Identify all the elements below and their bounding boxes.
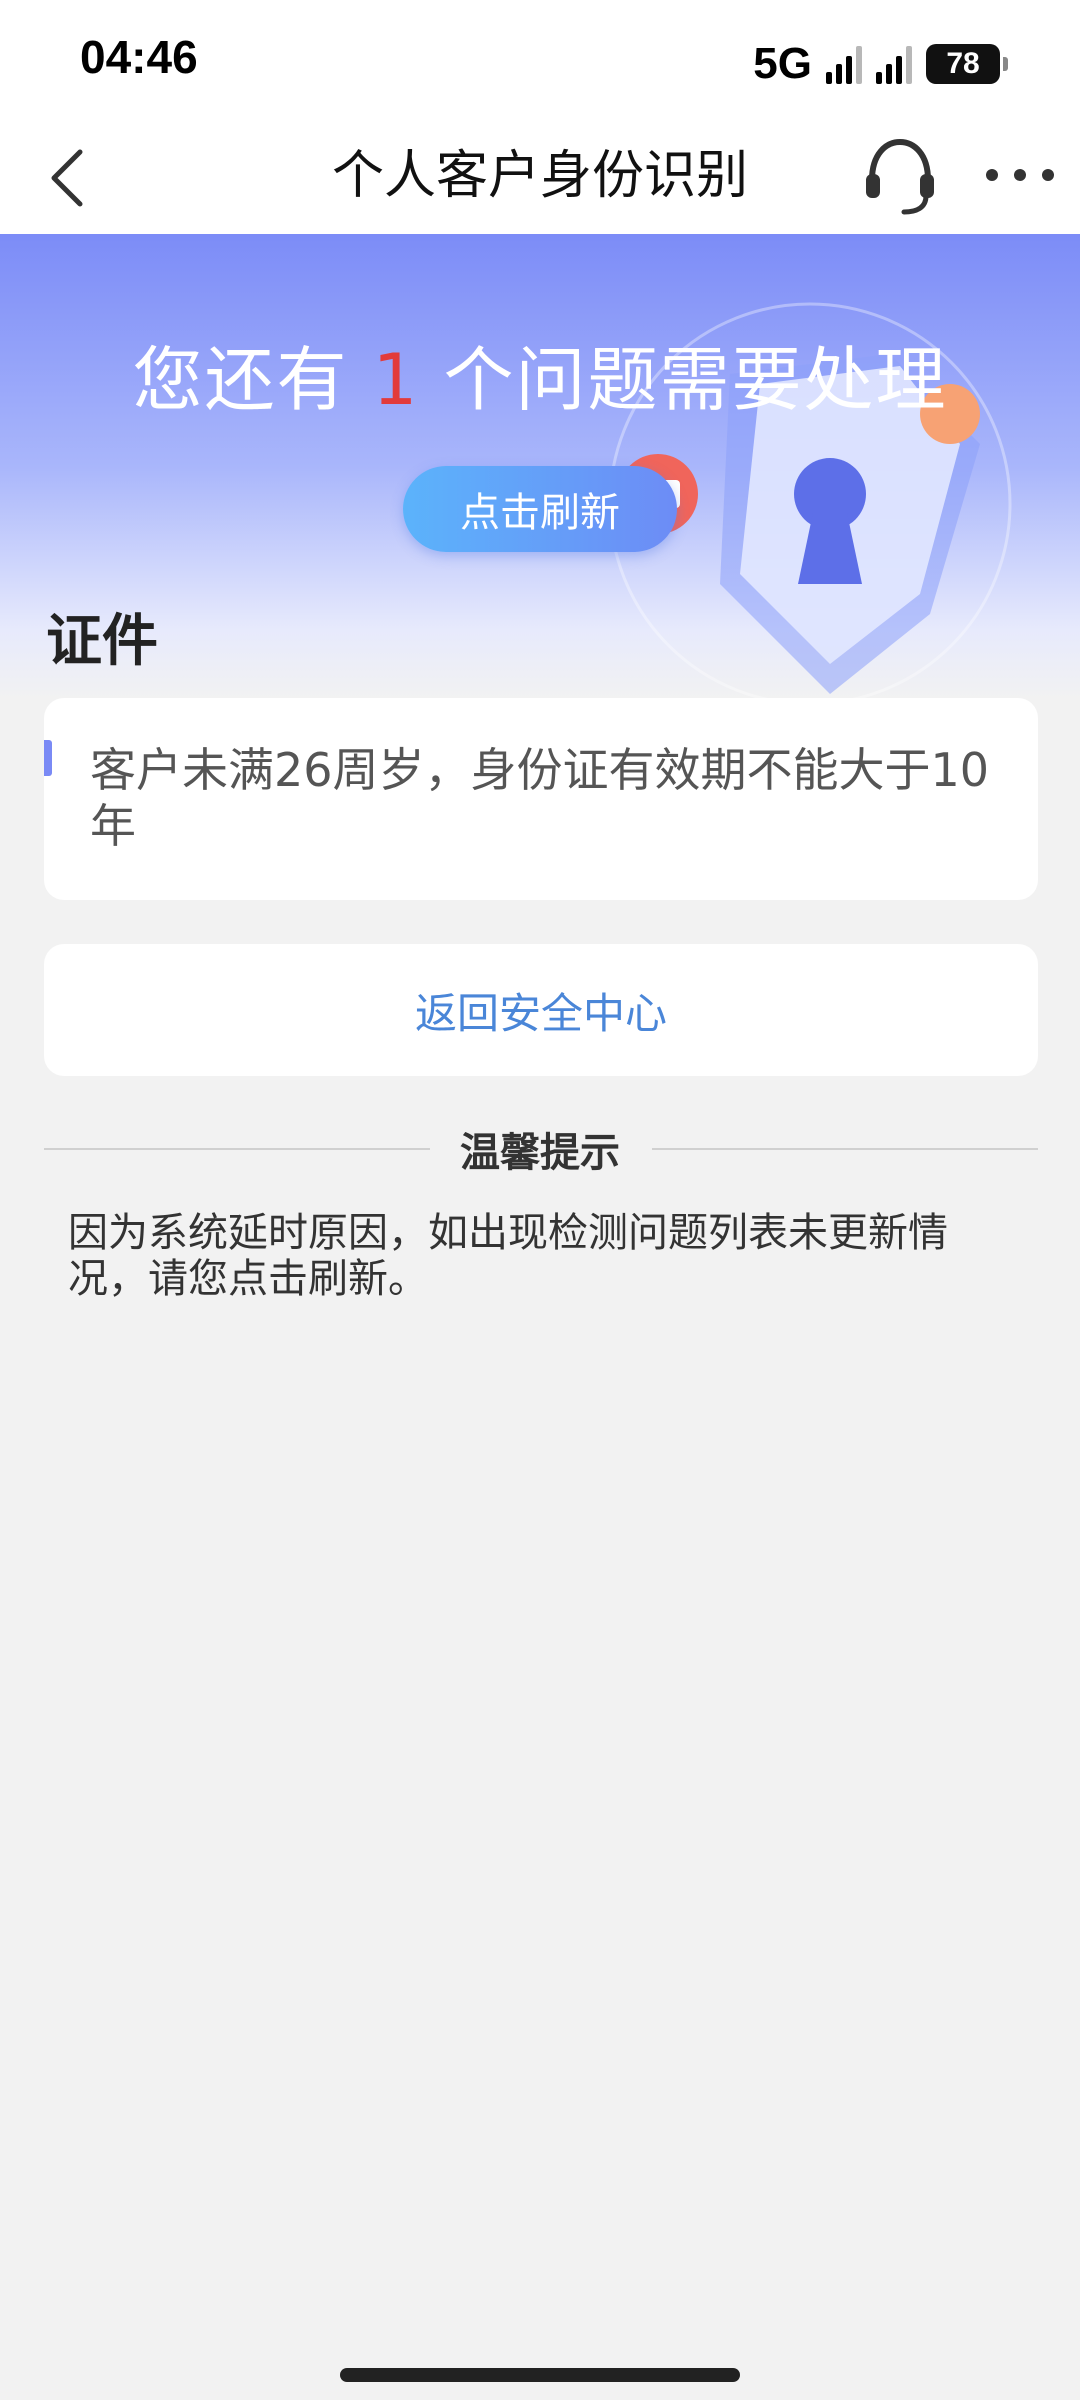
signal-icon xyxy=(826,44,862,84)
status-indicators: 5G 78 xyxy=(753,34,1008,94)
battery-level: 78 xyxy=(946,47,980,80)
hero-banner: 您还有 1 个问题需要处理 点击刷新 xyxy=(0,234,1080,700)
refresh-button[interactable]: 点击刷新 xyxy=(403,466,677,552)
issue-card: 客户未满26周岁，身份证有效期不能大于10年 xyxy=(44,698,1038,900)
section-title-id-documents: 证件 xyxy=(46,609,158,674)
back-to-security-center-button[interactable]: 返回安全中心 xyxy=(44,944,1038,1076)
customer-service-button[interactable] xyxy=(860,134,940,220)
battery-icon: 78 xyxy=(926,44,1008,84)
issue-summary-suffix: 个问题需要处理 xyxy=(419,339,948,421)
status-bar: 04:46 5G 78 xyxy=(0,0,1080,120)
navigation-bar: 个人客户身份识别 xyxy=(0,120,1080,234)
more-button[interactable] xyxy=(980,150,1060,200)
issue-summary: 您还有 1 个问题需要处理 xyxy=(0,324,1080,425)
issue-marker xyxy=(44,740,52,776)
more-horizontal-icon xyxy=(986,169,1054,181)
status-time: 04:46 xyxy=(80,31,198,83)
issue-summary-prefix: 您还有 xyxy=(132,339,373,421)
network-type: 5G xyxy=(753,39,812,88)
signal-icon-secondary xyxy=(876,44,912,84)
headset-icon xyxy=(866,138,934,215)
issue-text: 客户未满26周岁，身份证有效期不能大于10年 xyxy=(90,743,990,853)
issue-count: 1 xyxy=(372,339,420,421)
home-indicator[interactable] xyxy=(340,2368,740,2382)
tips-body: 因为系统延时原因，如出现检测问题列表未更新情况，请您点击刷新。 xyxy=(68,1210,948,1302)
tips-title: 温馨提示 xyxy=(460,1130,620,1176)
